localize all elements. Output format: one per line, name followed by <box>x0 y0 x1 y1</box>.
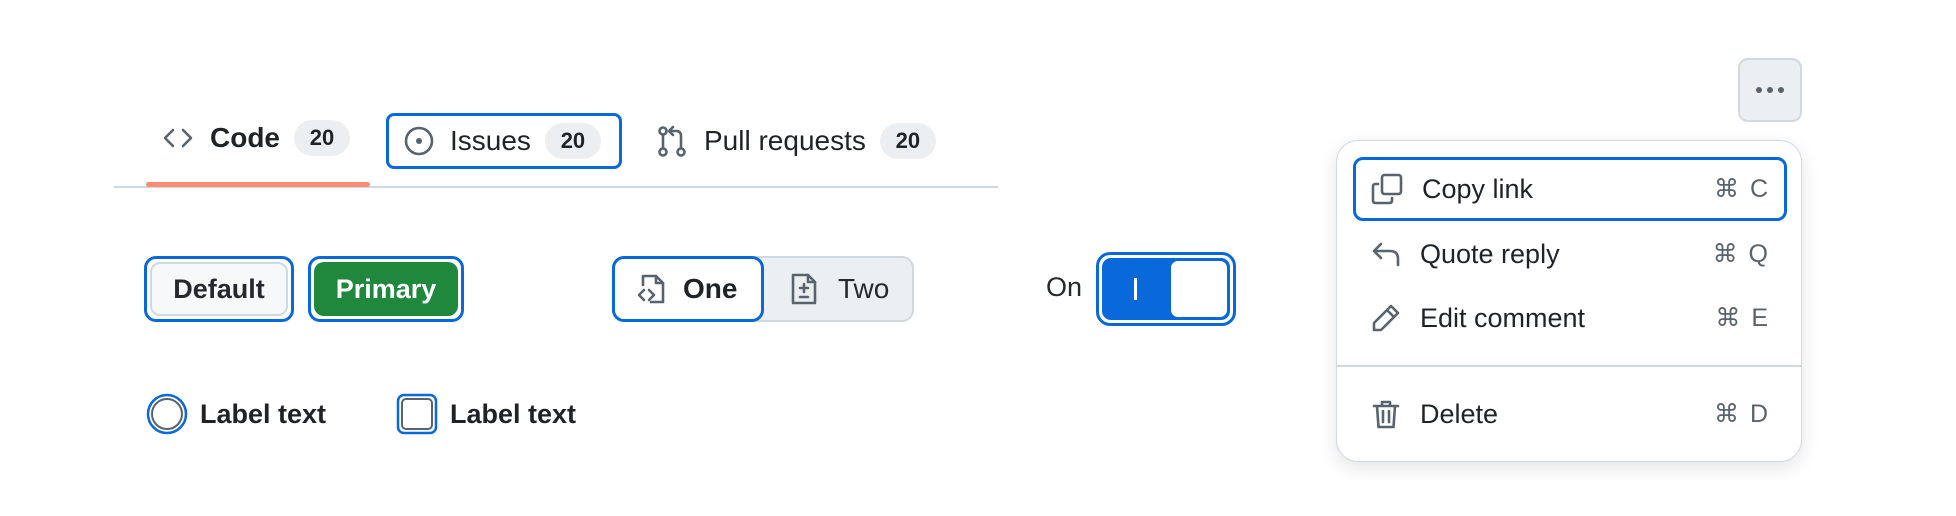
menu-item-shortcut: ⌘ D <box>1714 400 1770 428</box>
file-diff-icon <box>788 272 820 306</box>
trash-icon <box>1370 398 1402 430</box>
copy-icon <box>1370 172 1404 206</box>
menu-divider <box>1337 365 1801 367</box>
checkbox-label: Label text <box>450 398 577 429</box>
toggle-switch[interactable] <box>1102 258 1230 320</box>
segment-label: Two <box>838 273 890 304</box>
checkbox[interactable] <box>396 393 438 435</box>
toggle-knob <box>1170 260 1228 318</box>
menu-item-shortcut: ⌘ Q <box>1712 240 1770 268</box>
menu-item-label: Edit comment <box>1420 302 1586 333</box>
code-icon <box>162 122 198 154</box>
tab-issues[interactable]: Issues 20 <box>386 113 622 169</box>
tab-counter: 20 <box>544 123 601 159</box>
tab-selected-underline <box>146 182 370 187</box>
reply-icon <box>1370 238 1402 270</box>
segment-one[interactable]: One <box>612 256 764 322</box>
primary-button-focus-ring: Primary <box>308 256 464 322</box>
segment-two[interactable]: Two <box>770 258 912 320</box>
toggle-switch-focus-ring <box>1096 252 1236 326</box>
default-button-focus-ring: Default <box>144 256 294 322</box>
segment-label: One <box>683 273 738 304</box>
tab-counter: 20 <box>879 123 936 159</box>
primary-button[interactable]: Primary <box>314 262 458 316</box>
issue-opened-icon <box>402 124 436 158</box>
menu-item-label: Quote reply <box>1420 238 1560 269</box>
tab-pull-requests[interactable]: Pull requests 20 <box>656 113 976 169</box>
menu-item-label: Copy link <box>1422 173 1534 204</box>
menu-item-quote-reply[interactable]: Quote reply ⌘ Q <box>1353 223 1787 285</box>
menu-item-label: Delete <box>1420 398 1499 429</box>
kebab-horizontal-icon <box>1755 86 1785 94</box>
pencil-icon <box>1370 302 1402 334</box>
radio-option[interactable]: Label text <box>146 392 326 436</box>
tab-label: Issues <box>450 125 531 156</box>
menu-item-copy-link[interactable]: Copy link ⌘ C <box>1353 157 1787 221</box>
radio-label: Label text <box>200 398 327 429</box>
tab-label: Code <box>210 122 280 153</box>
radio-button[interactable] <box>146 393 188 435</box>
menu-item-shortcut: ⌘ C <box>1714 175 1770 203</box>
tab-counter: 20 <box>294 120 350 156</box>
overflow-menu: Copy link ⌘ C Quote reply ⌘ Q Edit comme… <box>1336 140 1802 462</box>
tab-label: Pull requests <box>704 125 866 156</box>
menu-item-delete[interactable]: Delete ⌘ D <box>1353 383 1787 445</box>
tab-nav: Code 20 Issues 20 Pull requests 20 <box>114 110 998 190</box>
menu-item-edit-comment[interactable]: Edit comment ⌘ E <box>1353 287 1787 349</box>
overflow-menu-trigger[interactable] <box>1738 58 1802 122</box>
toggle-status-label: On <box>1046 272 1083 302</box>
toggle-on-indicator <box>1134 278 1137 300</box>
default-button[interactable]: Default <box>150 262 288 316</box>
checkbox-option[interactable]: Label text <box>396 392 576 436</box>
file-code-icon <box>635 272 669 306</box>
git-pull-request-icon <box>656 124 688 158</box>
menu-item-shortcut: ⌘ E <box>1715 304 1770 332</box>
